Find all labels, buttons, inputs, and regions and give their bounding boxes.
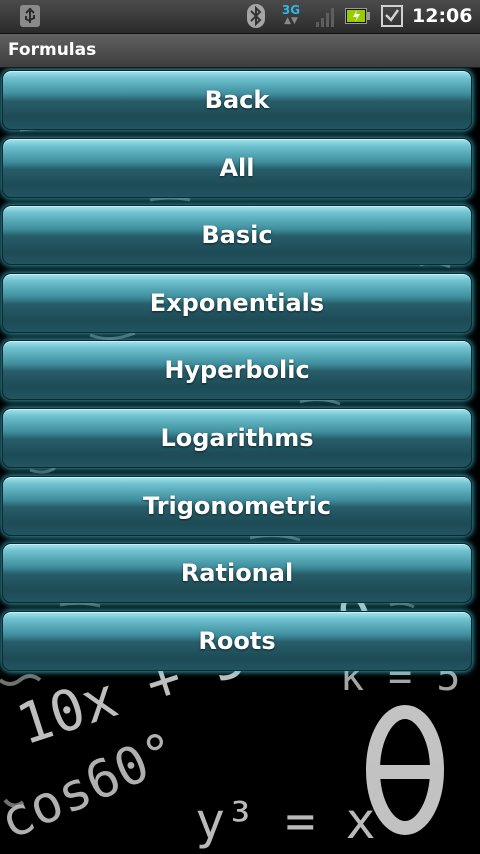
network-activity-arrows: ▲▼ [284, 16, 298, 26]
basic-button[interactable]: Basic [2, 205, 472, 266]
page-title: Formulas [8, 40, 97, 60]
battery-icon [345, 8, 370, 24]
back-button[interactable]: Back [2, 70, 472, 130]
rational-button[interactable]: Rational [2, 543, 472, 604]
roots-button[interactable]: Roots [2, 610, 472, 671]
status-clock: 12:06 [412, 5, 473, 27]
all-button-label: All [219, 153, 255, 182]
rational-button-label: Rational [180, 559, 294, 588]
back-button-label: Back [204, 86, 270, 114]
logarithms-button[interactable]: Logarithms [2, 407, 472, 468]
hyperbolic-button[interactable]: Hyperbolic [2, 340, 472, 401]
trigonometric-button-label: Trigonometric [142, 491, 332, 520]
roots-button-label: Roots [198, 626, 276, 655]
bluetooth-icon [247, 4, 265, 28]
exponentials-button[interactable]: Exponentials [2, 272, 472, 333]
basic-button-label: Basic [201, 221, 273, 250]
trigonometric-button[interactable]: Trigonometric [2, 475, 472, 536]
notification-icon[interactable] [381, 5, 403, 27]
formula-category-list: Back All Basic Exponentials Hyperbolic L… [2, 70, 474, 678]
all-button[interactable]: All [2, 137, 472, 198]
exponentials-button-label: Exponentials [149, 288, 325, 317]
network-3g-icon: 3G ▲▼ [278, 3, 304, 29]
bg-equation-cube: y³ = x [195, 792, 376, 850]
status-bar: 3G ▲▼ 12:06 [0, 0, 480, 34]
network-type-label: 3G [281, 3, 301, 17]
logarithms-button-label: Logarithms [160, 423, 314, 452]
usb-icon [20, 5, 40, 27]
title-bar: Formulas [0, 34, 480, 68]
signal-icon [315, 7, 337, 27]
hyperbolic-button-label: Hyperbolic [164, 356, 310, 385]
